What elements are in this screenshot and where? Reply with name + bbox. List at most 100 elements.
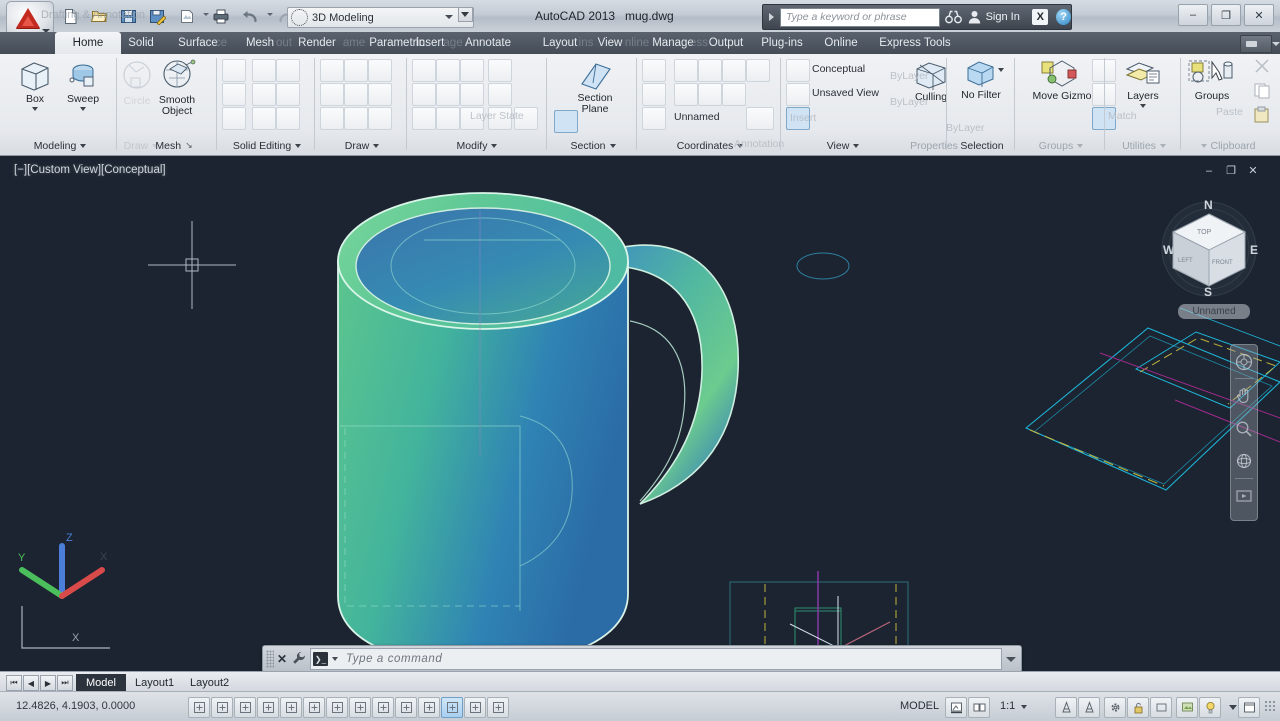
dynamic-input-toggle[interactable] (395, 697, 417, 718)
ucs-world-icon[interactable] (642, 59, 666, 82)
auto-scale-button[interactable] (1078, 697, 1100, 718)
ribbon-tab-annotate[interactable]: Annotate (448, 32, 528, 54)
solid-extrude-face-icon[interactable] (252, 59, 276, 82)
plot-preview-icon[interactable] (172, 3, 200, 29)
layout-next-button[interactable]: ▶ (40, 675, 56, 691)
coordinate-display[interactable]: 12.4826, 4.1903, 0.0000 (16, 700, 135, 712)
layout-tab-model[interactable]: Model (76, 674, 126, 692)
panel-modify-title[interactable]: Modify (410, 137, 544, 154)
showmotion-icon[interactable] (1231, 481, 1257, 511)
model-space-label[interactable]: MODEL (900, 700, 939, 712)
snap-mode-toggle[interactable] (211, 697, 233, 718)
command-history-icon[interactable] (332, 657, 338, 661)
infocenter-expand-icon[interactable] (769, 13, 774, 21)
move-gizmo-tool-button[interactable]: Move Gizmo (1026, 58, 1098, 102)
object-snap-tracking-toggle[interactable] (349, 697, 371, 718)
draw-ellipse-icon[interactable] (368, 83, 392, 106)
user-icon[interactable] (967, 10, 982, 24)
model-space-button[interactable] (945, 697, 967, 718)
section-color-swatch[interactable] (554, 110, 578, 133)
ortho-mode-toggle[interactable] (257, 697, 279, 718)
visual-style-icon[interactable] (786, 59, 810, 82)
draw-spline-icon[interactable] (368, 59, 392, 82)
undo-icon[interactable] (236, 3, 264, 29)
smooth-object-tool-button[interactable]: Smooth Object (146, 58, 208, 117)
drawing-canvas[interactable]: [−][Custom View][Conceptual] – ❐ ✕ (0, 155, 1280, 672)
transparency-toggle[interactable] (441, 697, 463, 718)
box-tool-button[interactable]: Box (8, 59, 62, 111)
layout-tab-layout2[interactable]: Layout2 (180, 674, 239, 692)
solid-shell-icon[interactable] (276, 59, 300, 82)
ucs-previous-icon[interactable] (674, 83, 698, 106)
viewport-dropdown-icon[interactable] (816, 107, 840, 130)
draw-hatch-icon[interactable] (368, 107, 392, 130)
3d-object-snap-toggle[interactable] (326, 697, 348, 718)
polar-tracking-toggle[interactable] (280, 697, 302, 718)
groups-tool-button[interactable]: Groups (1180, 58, 1244, 102)
ucs-icon-display-icon[interactable] (642, 107, 666, 130)
command-line-settings-icon[interactable] (290, 651, 308, 668)
copy-icon[interactable] (1252, 81, 1276, 104)
workspace-switch-button[interactable] (1104, 697, 1126, 718)
panel-dialog-launcher[interactable]: ↘ (185, 140, 193, 151)
command-line[interactable]: ✕ ❯_ Type a command (262, 645, 1022, 673)
modify-3d-rotate-icon[interactable] (460, 83, 484, 106)
modify-trim-icon[interactable] (412, 107, 436, 130)
qat-overflow-button[interactable] (458, 7, 473, 22)
draw-polygon-icon[interactable] (344, 107, 368, 130)
solid-union-icon[interactable] (222, 59, 246, 82)
solid-clean-icon[interactable] (276, 107, 300, 130)
panel-selection-title[interactable]: Selection (950, 137, 1014, 154)
filter-tool-button[interactable]: No Filter (954, 59, 1008, 101)
layout-first-button[interactable]: ⏮ (6, 675, 22, 691)
orbit-icon[interactable] (1231, 446, 1257, 476)
plot-icon[interactable] (207, 3, 235, 29)
panel-solid-editing-title[interactable]: Solid Editing (220, 137, 314, 154)
object-snap-toggle[interactable] (303, 697, 325, 718)
command-line-close-button[interactable]: ✕ (274, 652, 290, 666)
filter-dropdown-icon[interactable] (998, 68, 1004, 72)
fullscreen-button[interactable] (1238, 697, 1260, 718)
ucs-origin-icon[interactable] (642, 83, 666, 106)
box-dropdown-icon[interactable] (32, 107, 38, 111)
solid-intersect-icon[interactable] (222, 107, 246, 130)
named-view-icon[interactable] (786, 83, 810, 106)
zoom-icon[interactable] (1231, 414, 1257, 444)
solid-taper-face-icon[interactable] (252, 83, 276, 106)
undo-dropdown[interactable] (265, 8, 270, 24)
command-line-grip[interactable] (266, 650, 274, 668)
annotation-scale-label[interactable]: 1:1 (1000, 700, 1015, 712)
draw-polyline-icon[interactable] (320, 83, 344, 106)
annotation-visibility-button[interactable] (1055, 697, 1077, 718)
layout-prev-button[interactable]: ◀ (23, 675, 39, 691)
modify-3d-move-icon[interactable] (460, 59, 484, 82)
draw-rectangle-icon[interactable] (344, 83, 368, 106)
restore-button[interactable]: ❐ (1211, 4, 1241, 26)
draw-circle-icon[interactable] (344, 59, 368, 82)
steering-wheel-icon[interactable] (1231, 347, 1257, 377)
close-button[interactable]: ✕ (1244, 4, 1274, 26)
ucs-combo-chip[interactable]: Unnamed (1178, 304, 1250, 319)
paste-icon[interactable] (1252, 105, 1276, 128)
infer-constraints-toggle[interactable] (188, 697, 210, 718)
search-input[interactable]: Type a keyword or phrase (780, 8, 940, 27)
binoculars-icon[interactable] (945, 10, 962, 24)
ucs-z-axis-icon[interactable] (722, 59, 746, 82)
workspace-switch-dropdown[interactable]: 3D Modeling (287, 7, 474, 28)
help-icon[interactable]: ? (1056, 9, 1071, 25)
quick-view-layouts-button[interactable] (968, 697, 990, 718)
pan-hand-icon[interactable] (1231, 380, 1257, 410)
autodesk-exchange-icon[interactable]: X (1032, 9, 1048, 25)
modify-mirror-icon[interactable] (436, 83, 460, 106)
annotation-monitor-toggle[interactable] (487, 697, 509, 718)
clean-screen-button[interactable] (1199, 697, 1221, 718)
layout-last-button[interactable]: ⏭ (57, 675, 73, 691)
draw-arc-icon[interactable] (320, 107, 344, 130)
save-as-icon[interactable] (143, 3, 171, 29)
panel-mesh-title[interactable]: Mesh ↘ (132, 137, 216, 154)
minimize-button[interactable]: – (1178, 4, 1208, 26)
command-expand-icon[interactable] (1006, 657, 1016, 662)
ucs-manager-icon[interactable] (746, 59, 770, 82)
dynamic-ucs-toggle[interactable] (372, 697, 394, 718)
section-plane-tool-button[interactable]: Section Plane (564, 58, 626, 115)
